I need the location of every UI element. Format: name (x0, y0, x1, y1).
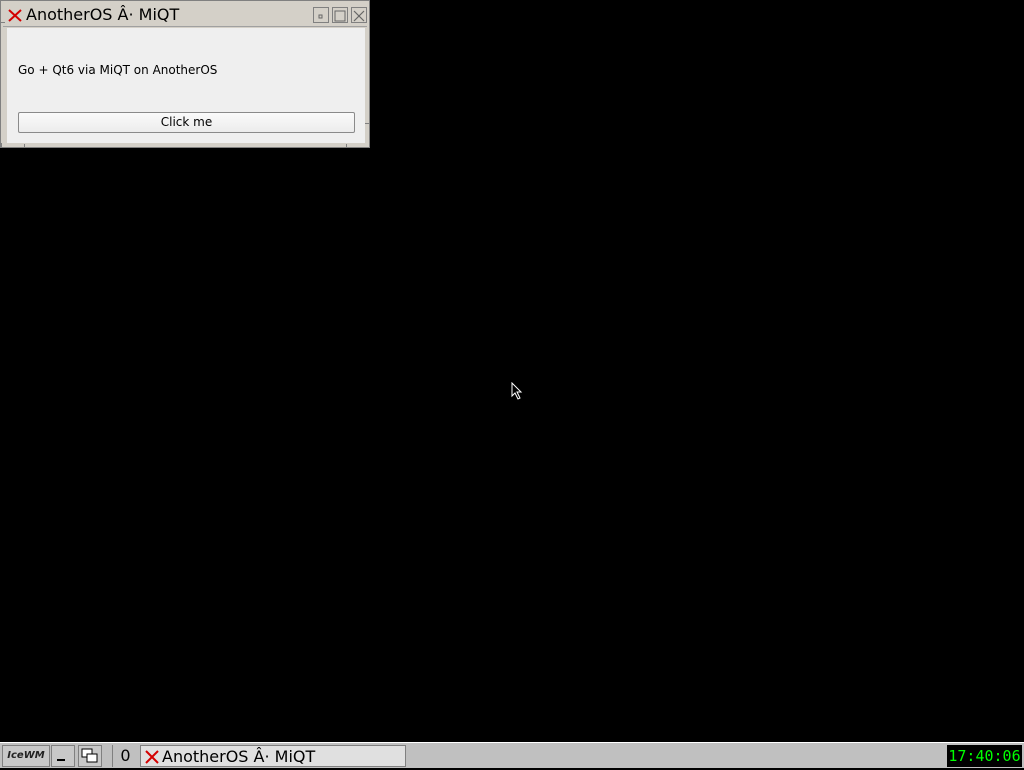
taskbar-item-label: AnotherOS Â· MiQT (162, 747, 316, 766)
window-client-area: Go + Qt6 via MiQT on AnotherOS Click me (7, 28, 365, 143)
click-me-button[interactable]: Click me (18, 112, 355, 133)
resize-handle-left[interactable] (1, 22, 5, 23)
workspace-button[interactable]: 0 (112, 745, 138, 767)
minimize-icon (318, 14, 323, 19)
minimize-all-icon (57, 759, 65, 761)
resize-handle-right[interactable] (365, 123, 369, 124)
resize-handle-bl[interactable] (1, 143, 2, 147)
taskbar: IceWM 0 AnotherOS Â· MiQT 17:40:06 (0, 742, 1024, 768)
close-icon (353, 10, 365, 22)
start-menu-button[interactable]: IceWM (2, 745, 50, 767)
taskbar-item-anotheros[interactable]: AnotherOS Â· MiQT (140, 745, 406, 767)
window-list-icon (81, 748, 98, 763)
window-list-button[interactable] (78, 745, 102, 767)
resize-handle-bottom-left[interactable] (24, 144, 25, 148)
clock[interactable]: 17:40:06 (947, 745, 1022, 767)
maximize-button[interactable] (332, 7, 348, 23)
red-x-icon[interactable] (7, 7, 23, 23)
mouse-cursor-icon (511, 382, 523, 400)
app-window: AnotherOS Â· MiQT Go + Qt6 via MiQT on A… (0, 0, 370, 148)
info-label: Go + Qt6 via MiQT on AnotherOS (18, 63, 218, 77)
window-title: AnotherOS Â· MiQT (26, 5, 180, 24)
minimize-button[interactable] (313, 7, 329, 23)
resize-handle-bottom-right[interactable] (346, 144, 347, 148)
maximize-icon (334, 10, 346, 22)
red-x-icon (145, 749, 159, 764)
close-button[interactable] (351, 7, 367, 23)
window-titlebar[interactable]: AnotherOS Â· MiQT (3, 3, 367, 27)
show-desktop-button[interactable] (51, 745, 75, 767)
